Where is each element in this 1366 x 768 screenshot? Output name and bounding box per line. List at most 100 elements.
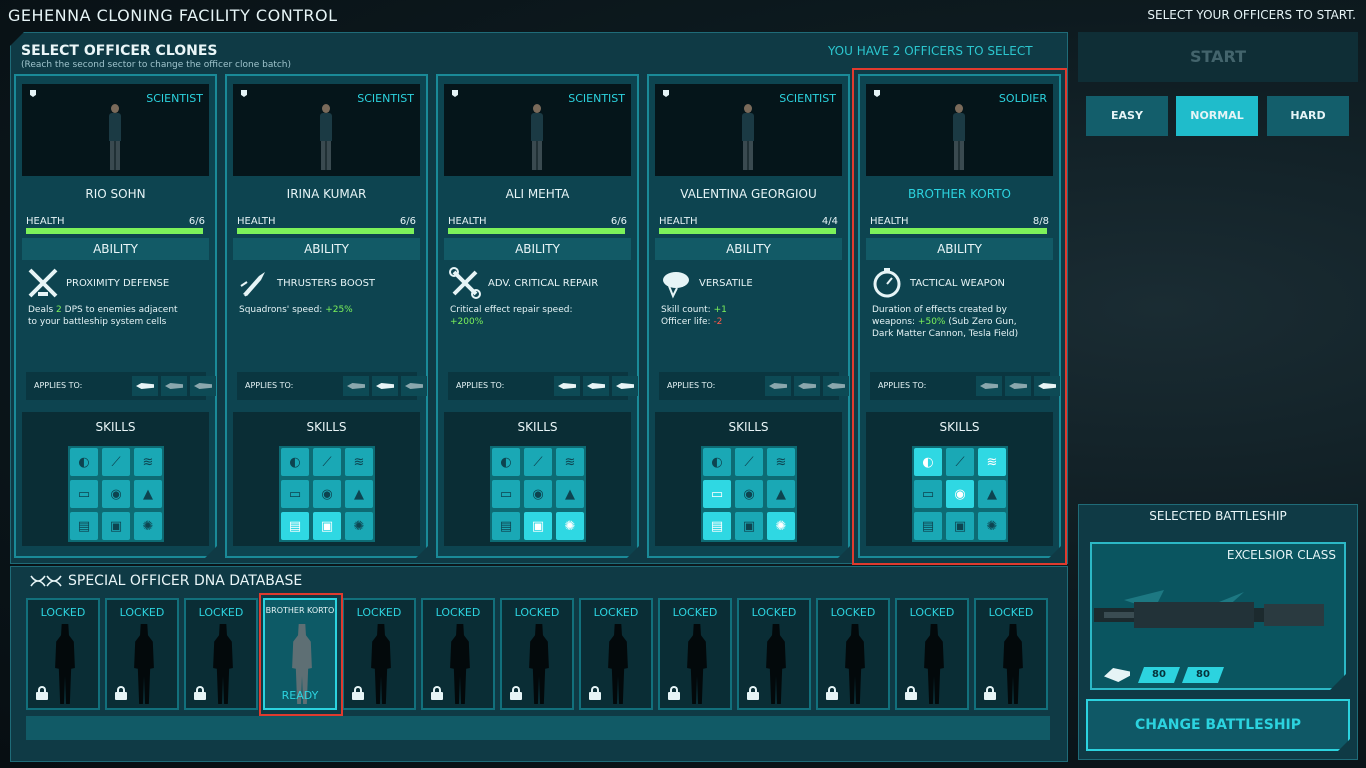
- skill-chip-icon[interactable]: ▣: [735, 512, 763, 540]
- skill-book-icon[interactable]: ▤: [281, 512, 309, 540]
- skill-helmet-icon[interactable]: ◐: [703, 448, 731, 476]
- dna-slot-locked[interactable]: LOCKED: [421, 598, 495, 710]
- skill-book-icon[interactable]: ▤: [70, 512, 98, 540]
- wrench-icon: [448, 266, 482, 300]
- skill-chip-icon[interactable]: ▣: [313, 512, 341, 540]
- battleship-title: SELECTED BATTLESHIP: [1149, 509, 1287, 523]
- dna-slot-status: LOCKED: [672, 606, 718, 619]
- skill-blade-icon[interactable]: ⟋: [524, 448, 552, 476]
- skill-shield-icon[interactable]: ▲: [767, 480, 795, 508]
- battleship-image: [1094, 590, 1324, 628]
- applies-label: APPLIES TO:: [456, 381, 505, 390]
- dna-slot-status: LOCKED: [909, 606, 955, 619]
- skill-chat-icon[interactable]: ▭: [703, 480, 731, 508]
- skill-eye-icon[interactable]: ◉: [102, 480, 130, 508]
- health-bar: [659, 228, 836, 234]
- skill-shield-icon[interactable]: ▲: [134, 480, 162, 508]
- dna-slot-locked[interactable]: LOCKED: [658, 598, 732, 710]
- dna-slot-locked[interactable]: LOCKED: [342, 598, 416, 710]
- ability-header: ABILITY: [22, 238, 209, 260]
- ability-name: PROXIMITY DEFENSE: [66, 278, 170, 289]
- skill-blade-icon[interactable]: ⟋: [735, 448, 763, 476]
- skill-blade-icon[interactable]: ⟋: [313, 448, 341, 476]
- dna-slot-locked[interactable]: LOCKED: [500, 598, 574, 710]
- skill-book-icon[interactable]: ▤: [492, 512, 520, 540]
- skills-panel: SKILLS ◐ ⟋ ≋ ▭ ◉ ▲ ▤ ▣ ✺: [22, 412, 209, 546]
- officer-figure: [108, 104, 122, 170]
- health-label: HEALTH: [26, 216, 65, 227]
- dna-slot-locked[interactable]: LOCKED: [26, 598, 100, 710]
- dna-slot-status: LOCKED: [593, 606, 639, 619]
- officer-card-rio-sohn[interactable]: SCIENTIST RIO SOHN HEALTH 6/6 ABILITY PR…: [14, 74, 217, 558]
- dna-slot-status: LOCKED: [751, 606, 797, 619]
- dna-slot-locked[interactable]: LOCKED: [816, 598, 890, 710]
- dna-slot-locked[interactable]: LOCKED: [895, 598, 969, 710]
- skill-claw-icon[interactable]: ≋: [345, 448, 373, 476]
- applies-to-row: APPLIES TO:: [448, 372, 628, 400]
- skills-label: SKILLS: [728, 420, 769, 434]
- skill-claw-icon[interactable]: ≋: [556, 448, 584, 476]
- officer-portrait: SCIENTIST: [233, 84, 420, 176]
- dna-info-bar: [26, 716, 1050, 740]
- skill-gear-icon[interactable]: ✺: [767, 512, 795, 540]
- dna-slot-locked[interactable]: LOCKED: [974, 598, 1048, 710]
- change-battleship-button[interactable]: CHANGE BATTLESHIP: [1086, 699, 1350, 751]
- skill-chat-icon[interactable]: ▭: [70, 480, 98, 508]
- ability-header: ABILITY: [444, 238, 631, 260]
- officer-name: IRINA KUMAR: [286, 187, 367, 201]
- officer-silhouette: [845, 624, 865, 704]
- officer-silhouette: [213, 624, 233, 704]
- skill-eye-icon[interactable]: ◉: [735, 480, 763, 508]
- applies-to-row: APPLIES TO:: [237, 372, 417, 400]
- dna-slot-status: LOCKED: [988, 606, 1034, 619]
- dna-slot-locked[interactable]: LOCKED: [579, 598, 653, 710]
- lock-icon: [905, 686, 917, 700]
- applies-ship-icon: [343, 376, 369, 396]
- officer-card-irina-kumar[interactable]: SCIENTIST IRINA KUMAR HEALTH 6/6 ABILITY…: [225, 74, 428, 558]
- skill-gear-icon[interactable]: ✺: [556, 512, 584, 540]
- officer-silhouette: [1003, 624, 1023, 704]
- dna-slot-locked[interactable]: LOCKED: [184, 598, 258, 710]
- dna-slot-locked[interactable]: LOCKED: [105, 598, 179, 710]
- skill-shield-icon[interactable]: ▲: [345, 480, 373, 508]
- officer-silhouette: [924, 624, 944, 704]
- skill-shield-icon[interactable]: ▲: [556, 480, 584, 508]
- skill-helmet-icon[interactable]: ◐: [492, 448, 520, 476]
- skill-book-icon[interactable]: ▤: [703, 512, 731, 540]
- difficulty-normal[interactable]: NORMAL: [1176, 96, 1258, 136]
- skill-gear-icon[interactable]: ✺: [345, 512, 373, 540]
- skill-chip-icon[interactable]: ▣: [102, 512, 130, 540]
- lock-icon: [668, 686, 680, 700]
- officer-figure: [530, 104, 544, 170]
- skill-claw-icon[interactable]: ≋: [767, 448, 795, 476]
- skill-helmet-icon[interactable]: ◐: [70, 448, 98, 476]
- panel-title: SELECT OFFICER CLONES: [21, 43, 218, 59]
- applies-label: APPLIES TO:: [667, 381, 716, 390]
- skill-chip-icon[interactable]: ▣: [524, 512, 552, 540]
- difficulty-easy[interactable]: EASY: [1086, 96, 1168, 136]
- health-value: 6/6: [399, 216, 416, 227]
- officer-card-ali-mehta[interactable]: SCIENTIST ALI MEHTA HEALTH 6/6 ABILITY A…: [436, 74, 639, 558]
- dna-slot-locked[interactable]: LOCKED: [737, 598, 811, 710]
- start-button[interactable]: START: [1078, 32, 1358, 82]
- officer-silhouette: [450, 624, 470, 704]
- skill-blade-icon[interactable]: ⟋: [102, 448, 130, 476]
- lock-icon: [115, 686, 127, 700]
- skill-gear-icon[interactable]: ✺: [134, 512, 162, 540]
- lock-icon: [194, 686, 206, 700]
- officer-card-valentina-georgiou[interactable]: SCIENTIST VALENTINA GEORGIOU HEALTH 4/4 …: [647, 74, 850, 558]
- applies-ship-icon: [554, 376, 580, 396]
- officer-portrait: SCIENTIST: [655, 84, 842, 176]
- skill-helmet-icon[interactable]: ◐: [281, 448, 309, 476]
- difficulty-hard[interactable]: HARD: [1267, 96, 1349, 136]
- applies-ship-icon: [132, 376, 158, 396]
- officer-silhouette: [608, 624, 628, 704]
- lock-icon: [36, 686, 48, 700]
- skill-claw-icon[interactable]: ≋: [134, 448, 162, 476]
- skill-eye-icon[interactable]: ◉: [313, 480, 341, 508]
- skill-chat-icon[interactable]: ▭: [281, 480, 309, 508]
- health-value: 6/6: [188, 216, 205, 227]
- skill-eye-icon[interactable]: ◉: [524, 480, 552, 508]
- applies-label: APPLIES TO:: [245, 381, 294, 390]
- skill-chat-icon[interactable]: ▭: [492, 480, 520, 508]
